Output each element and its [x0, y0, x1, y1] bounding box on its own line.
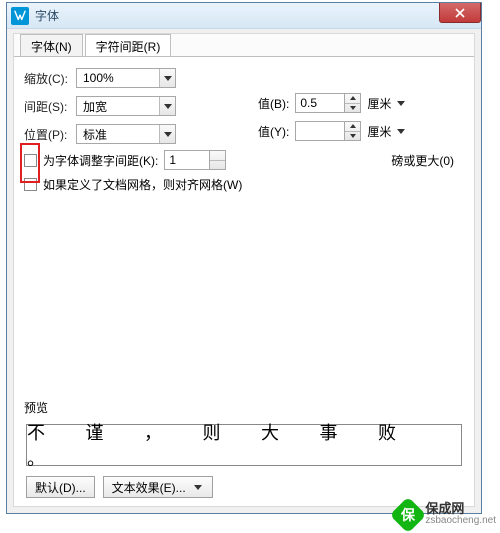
snap-label: 如果定义了文档网格，则对齐网格(W)	[43, 176, 242, 193]
value-b-input[interactable]	[295, 93, 345, 113]
spin-up-icon[interactable]	[345, 94, 360, 103]
spin-down-icon[interactable]	[345, 103, 360, 113]
chevron-down-icon[interactable]	[159, 97, 175, 115]
kerning-pts-label: 磅或更大(0)	[391, 152, 454, 169]
chevron-down-icon[interactable]	[393, 94, 409, 112]
spin-up-icon[interactable]	[345, 122, 360, 131]
effects-button[interactable]: 文本效果(E)...	[103, 476, 213, 498]
chevron-down-icon[interactable]	[159, 69, 175, 87]
title-bar: 字体	[7, 3, 481, 29]
preview-label: 预览	[24, 399, 48, 416]
zoom-combo[interactable]: 100%	[76, 68, 176, 88]
effects-button-label: 文本效果(E)...	[112, 479, 186, 496]
value-y-spinner[interactable]	[295, 121, 361, 141]
watermark-brand: 保成网	[425, 503, 496, 515]
spin-down-icon[interactable]	[210, 160, 225, 170]
dialog-body: 字体(N) 字符间距(R) 缩放(C): 100% 间距(S): 加宽	[13, 33, 475, 507]
window-title: 字体	[35, 7, 59, 24]
chevron-down-icon[interactable]	[159, 125, 175, 143]
tab-font[interactable]: 字体(N)	[20, 34, 83, 56]
watermark-icon: 保	[390, 497, 427, 533]
spacing-value: 加宽	[77, 98, 159, 115]
position-combo[interactable]: 标准	[76, 124, 176, 144]
unit-b-label: 厘米	[367, 95, 391, 112]
spin-up-icon[interactable]	[210, 151, 225, 160]
position-value: 标准	[77, 126, 159, 143]
snap-checkbox[interactable]	[24, 178, 37, 191]
font-dialog: 字体 字体(N) 字符间距(R) 缩放(C): 100%	[6, 2, 482, 514]
kerning-checkbox[interactable]	[24, 154, 37, 167]
app-icon	[11, 7, 29, 25]
value-y-input[interactable]	[295, 121, 345, 141]
default-button[interactable]: 默认(D)...	[26, 476, 95, 498]
chevron-down-icon[interactable]	[393, 122, 409, 140]
zoom-value: 100%	[77, 71, 159, 85]
tab-spacing[interactable]: 字符间距(R)	[85, 34, 172, 56]
unit-y-label: 厘米	[367, 123, 391, 140]
value-y-label: 值(Y):	[258, 123, 289, 140]
kerning-spinner[interactable]	[164, 150, 226, 170]
position-label: 位置(P):	[24, 126, 76, 143]
value-b-spinner[interactable]	[295, 93, 361, 113]
kerning-label: 为字体调整字间距(K):	[43, 152, 158, 169]
spacing-label: 间距(S):	[24, 98, 76, 115]
kerning-input[interactable]	[164, 150, 210, 170]
default-button-label: 默认(D)...	[35, 479, 86, 496]
close-button[interactable]	[439, 3, 481, 23]
watermark-url: zsbaocheng.net	[425, 515, 496, 527]
tab-pane-spacing: 缩放(C): 100% 间距(S): 加宽 值(B):	[14, 57, 474, 506]
preview-area: 不 谨 ， 则 大 事 败 。	[26, 424, 462, 466]
watermark: 保 保成网 zsbaocheng.net	[395, 502, 496, 528]
zoom-label: 缩放(C):	[24, 70, 76, 87]
chevron-down-icon[interactable]	[192, 478, 204, 496]
spin-down-icon[interactable]	[345, 131, 360, 141]
spacing-combo[interactable]: 加宽	[76, 96, 176, 116]
value-b-label: 值(B):	[258, 95, 289, 112]
